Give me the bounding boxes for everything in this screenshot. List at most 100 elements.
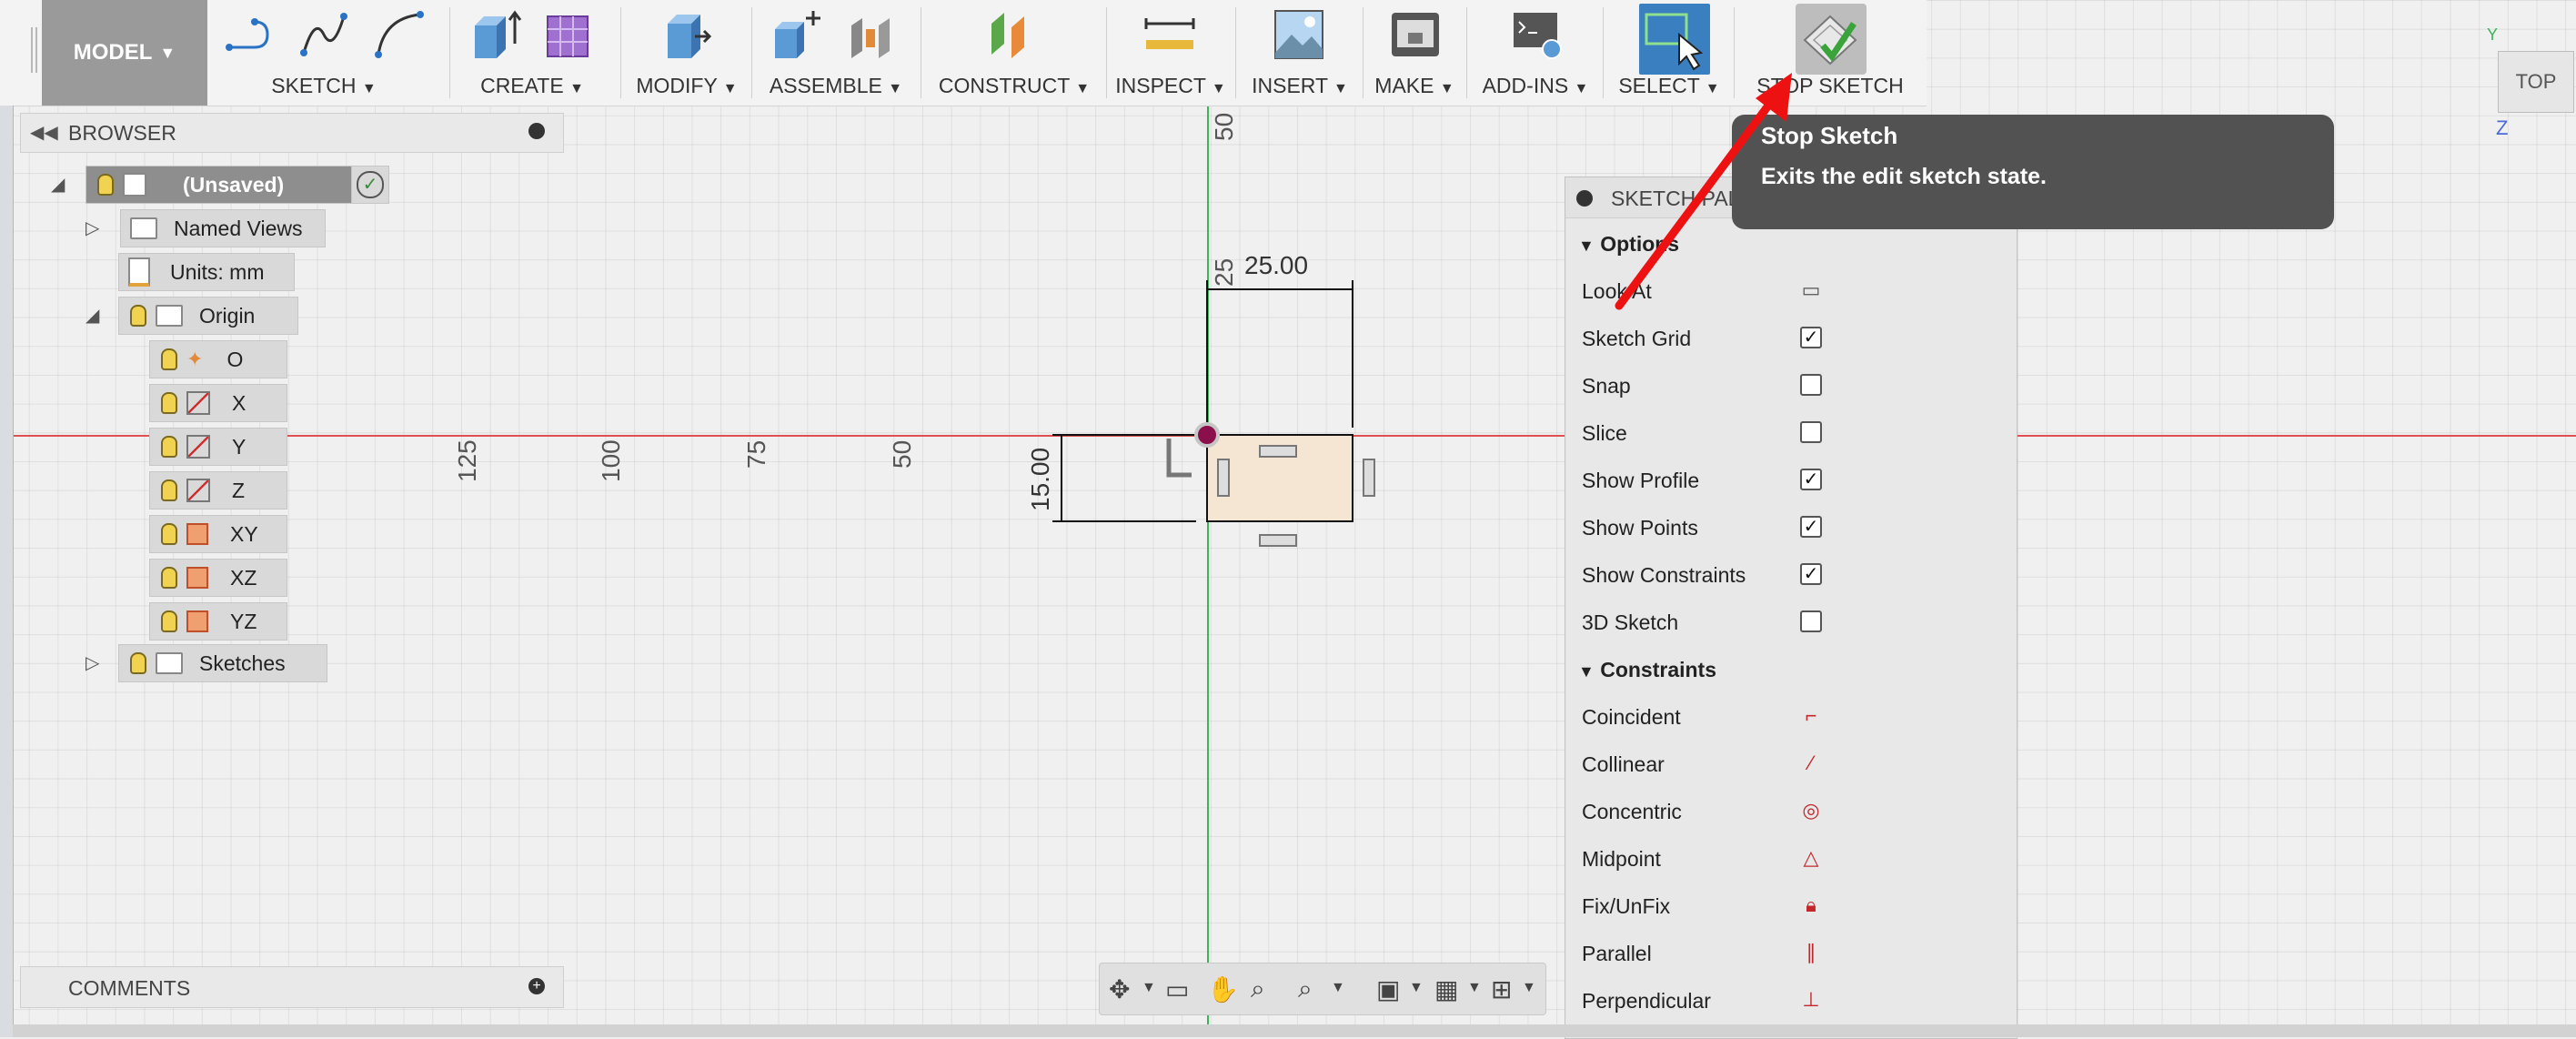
origin-item-yz[interactable]: YZ <box>149 602 287 641</box>
lock-icon[interactable]: 🔒︎ <box>1798 893 1824 918</box>
midpoint-icon[interactable]: △ <box>1798 845 1824 871</box>
visibility-bulb-icon[interactable] <box>97 174 114 196</box>
press-pull-icon[interactable] <box>659 7 713 62</box>
grid-settings-icon[interactable]: ▦ <box>1434 974 1458 1004</box>
show-constraints-checkbox[interactable]: ✓ <box>1800 563 1822 585</box>
visibility-bulb-icon[interactable] <box>161 523 177 545</box>
form-icon[interactable] <box>542 7 597 62</box>
orbit-icon[interactable]: ✥ <box>1109 974 1130 1004</box>
inspect-menu[interactable]: INSPECT ▼ <box>1112 74 1230 98</box>
chevron-down-icon[interactable]: ▼ <box>1522 980 1536 996</box>
construct-group[interactable]: CONSTRUCT ▼ <box>928 0 1101 106</box>
modify-menu[interactable]: MODIFY ▼ <box>628 74 746 98</box>
pan-hand-icon[interactable]: ✋ <box>1207 974 1239 1004</box>
constraint-collinear[interactable]: Collinear ⁄ <box>1582 752 2000 782</box>
insert-image-icon[interactable] <box>1272 7 1326 62</box>
3d-sketch-checkbox[interactable] <box>1800 610 1822 632</box>
create-menu[interactable]: CREATE ▼ <box>455 74 609 98</box>
expand-sketches-icon[interactable]: ▷ <box>86 651 99 674</box>
add-comment-icon[interactable]: + <box>528 978 545 994</box>
new-component-icon[interactable] <box>771 7 826 62</box>
origin-item-xy[interactable]: XY <box>149 515 287 553</box>
visibility-bulb-icon[interactable] <box>161 479 177 501</box>
create-group[interactable]: CREATE ▼ <box>455 0 609 106</box>
origin-item-z[interactable]: Z <box>149 471 287 509</box>
option-show-constraints[interactable]: Show Constraints ✓ <box>1582 563 2000 592</box>
viewcube[interactable]: TOP <box>2498 51 2574 113</box>
show-points-checkbox[interactable]: ✓ <box>1800 516 1822 538</box>
extrude-icon[interactable] <box>469 7 524 62</box>
visibility-bulb-icon[interactable] <box>161 348 177 370</box>
origin-item-y[interactable]: Y <box>149 428 287 466</box>
joint-icon[interactable] <box>846 7 901 62</box>
browser-header[interactable]: ◀◀ BROWSER <box>20 113 564 153</box>
line-tool-icon[interactable] <box>222 7 277 62</box>
origin-item-x[interactable]: X <box>149 384 287 422</box>
addins-menu[interactable]: ADD-INS ▼ <box>1472 74 1599 98</box>
option-sketch-grid[interactable]: Sketch Grid ✓ <box>1582 327 2000 356</box>
chevron-down-icon[interactable]: ▼ <box>1467 980 1482 996</box>
sketch-geometry[interactable] <box>1001 264 1410 564</box>
collinear-icon[interactable]: ⁄ <box>1798 751 1824 776</box>
constraint-concentric[interactable]: Concentric ◎ <box>1582 798 2000 829</box>
sketch-menu[interactable]: SKETCH ▼ <box>215 74 433 98</box>
toolbar-grip[interactable] <box>31 27 37 73</box>
constraint-parallel[interactable]: Parallel ∥ <box>1582 940 2000 971</box>
constraint-coincident[interactable]: Coincident ⌐ <box>1582 703 2000 734</box>
option-show-points[interactable]: Show Points ✓ <box>1582 516 2000 545</box>
sketch-group[interactable]: SKETCH ▼ <box>215 0 433 106</box>
origin-item-xz[interactable]: XZ <box>149 559 287 597</box>
inspect-group[interactable]: INSPECT ▼ <box>1112 0 1230 106</box>
spline-tool-icon[interactable] <box>297 7 351 62</box>
dimension-height-text[interactable]: 15.00 <box>1026 448 1055 511</box>
perpendicular-icon[interactable]: ⊥ <box>1798 987 1824 1013</box>
option-show-profile[interactable]: Show Profile ✓ <box>1582 469 2000 498</box>
assemble-menu[interactable]: ASSEMBLE ▼ <box>759 74 913 98</box>
panel-minimize-icon[interactable] <box>528 123 545 139</box>
make-menu[interactable]: MAKE ▼ <box>1368 74 1461 98</box>
constraint-perpendicular[interactable]: Perpendicular ⊥ <box>1582 987 2000 1018</box>
constraints-section-header[interactable]: ▼ Constraints <box>1578 658 1716 682</box>
chevron-down-icon[interactable]: ▼ <box>1142 980 1156 996</box>
scripts-gear-icon[interactable] <box>1510 7 1565 62</box>
expand-root-icon[interactable]: ◢ <box>51 173 65 196</box>
offset-plane-icon[interactable] <box>984 7 1039 62</box>
modify-group[interactable]: MODIFY ▼ <box>628 0 746 106</box>
workspace-switcher[interactable]: MODEL ▼ <box>42 0 207 106</box>
expand-named-views-icon[interactable]: ▷ <box>86 217 99 239</box>
browser-root-node[interactable]: (Unsaved) <box>86 166 353 204</box>
chevron-down-icon[interactable]: ▼ <box>1409 980 1424 996</box>
dimension-width-text[interactable]: 25.00 <box>1244 251 1308 280</box>
parallel-icon[interactable]: ∥ <box>1798 940 1824 965</box>
comments-panel[interactable]: COMMENTS + <box>20 966 564 1008</box>
visibility-bulb-icon[interactable] <box>161 567 177 589</box>
look-at-icon[interactable]: ▭ <box>1165 974 1189 1004</box>
browser-node-units[interactable]: Units: mm <box>118 253 295 291</box>
assemble-group[interactable]: ASSEMBLE ▼ <box>759 0 913 106</box>
visibility-bulb-icon[interactable] <box>130 305 146 327</box>
insert-menu[interactable]: INSERT ▼ <box>1241 74 1359 98</box>
expand-origin-icon[interactable]: ◢ <box>86 304 99 327</box>
concentric-icon[interactable]: ◎ <box>1798 798 1824 823</box>
panel-minimize-icon[interactable] <box>1576 190 1593 207</box>
visibility-bulb-icon[interactable] <box>130 652 146 674</box>
origin-item-o[interactable]: ✦ O <box>149 340 287 378</box>
sketch-grid-checkbox[interactable]: ✓ <box>1800 327 1822 348</box>
display-settings-icon[interactable]: ▣ <box>1376 974 1400 1004</box>
coincident-icon[interactable]: ⌐ <box>1798 703 1824 729</box>
show-profile-checkbox[interactable]: ✓ <box>1800 469 1822 490</box>
visibility-bulb-icon[interactable] <box>161 392 177 414</box>
make-group[interactable]: MAKE ▼ <box>1368 0 1461 106</box>
constraint-midpoint[interactable]: Midpoint △ <box>1582 845 2000 876</box>
browser-node-sketches[interactable]: Sketches <box>118 644 327 682</box>
option-snap[interactable]: Snap <box>1582 374 2000 403</box>
viewports-icon[interactable]: ⊞ <box>1491 974 1512 1004</box>
zoom-icon[interactable]: ⌕ <box>1251 974 1265 1004</box>
fit-zoom-icon[interactable]: ⌕ <box>1298 974 1313 1004</box>
option-3d-sketch[interactable]: 3D Sketch <box>1582 610 2000 640</box>
visibility-bulb-icon[interactable] <box>161 610 177 632</box>
construct-menu[interactable]: CONSTRUCT ▼ <box>928 74 1101 98</box>
measure-icon[interactable] <box>1142 7 1197 62</box>
browser-node-named-views[interactable]: Named Views <box>120 209 326 247</box>
addins-group[interactable]: ADD-INS ▼ <box>1472 0 1599 106</box>
